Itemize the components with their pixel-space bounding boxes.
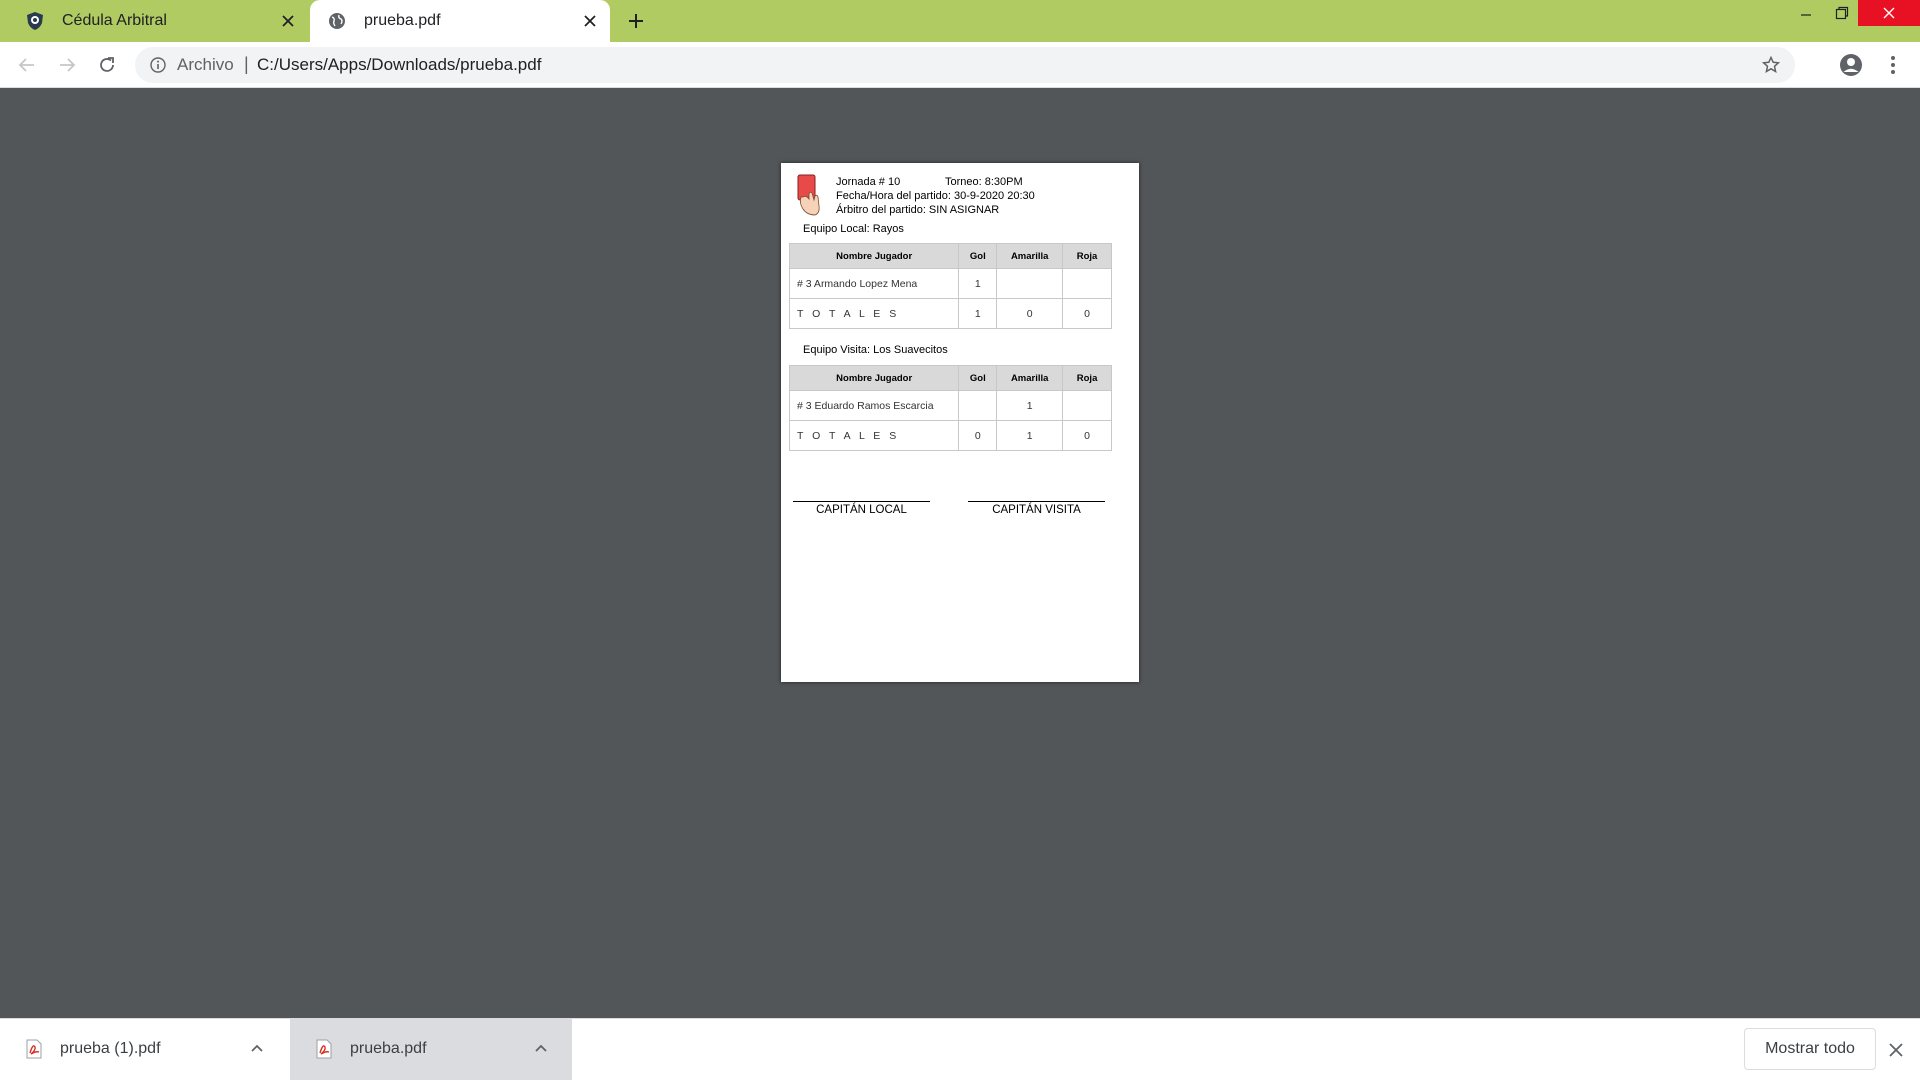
address-scheme: Archivo bbox=[177, 55, 234, 74]
torneo-label: Torneo: 8:30PM bbox=[945, 176, 1023, 188]
signature-line-local bbox=[793, 501, 930, 502]
restore-button[interactable] bbox=[1824, 0, 1860, 26]
bookmark-star-icon[interactable] bbox=[1761, 55, 1781, 75]
amarilla-cell: 1 bbox=[996, 390, 1064, 421]
close-icon[interactable] bbox=[1885, 1039, 1907, 1061]
pdf-page: Jornada # 10 Torneo: 8:30PM Fecha/Hora d… bbox=[781, 163, 1139, 682]
gol-cell: 1 bbox=[958, 268, 998, 299]
amarilla-total-cell: 0 bbox=[996, 298, 1064, 329]
browser-toolbar: Archivo | C:/Users/Apps/Downloads/prueba… bbox=[0, 42, 1920, 88]
menu-dots-icon[interactable] bbox=[1880, 52, 1906, 78]
column-header: Gol bbox=[958, 243, 998, 269]
column-header: Nombre Jugador bbox=[788, 365, 960, 391]
column-header: Amarilla bbox=[996, 243, 1064, 269]
close-icon[interactable] bbox=[580, 11, 600, 31]
red-card-hand-icon bbox=[797, 174, 820, 216]
tab-cedula-arbitral[interactable]: Cédula Arbitral bbox=[0, 0, 308, 42]
table-header-row: Nombre Jugador Gol Amarilla Roja bbox=[788, 243, 1112, 269]
info-icon[interactable] bbox=[149, 56, 167, 74]
show-all-button[interactable]: Mostrar todo bbox=[1744, 1028, 1876, 1070]
back-button[interactable] bbox=[13, 51, 41, 79]
forward-button[interactable] bbox=[53, 51, 81, 79]
address-bar[interactable]: Archivo | C:/Users/Apps/Downloads/prueba… bbox=[135, 47, 1795, 83]
visita-team-label: Equipo Visita: Los Suavecitos bbox=[803, 344, 948, 356]
column-header: Roja bbox=[1062, 365, 1112, 391]
address-separator: | bbox=[244, 54, 249, 74]
pdf-viewer[interactable]: Jornada # 10 Torneo: 8:30PM Fecha/Hora d… bbox=[0, 89, 1920, 1018]
new-tab-button[interactable] bbox=[624, 9, 648, 33]
tab-title: Cédula Arbitral bbox=[62, 12, 167, 29]
pdf-file-icon bbox=[316, 1039, 332, 1059]
roja-total-cell: 0 bbox=[1062, 298, 1112, 329]
tab-prueba-pdf[interactable]: prueba.pdf bbox=[310, 0, 610, 42]
chevron-up-icon[interactable] bbox=[248, 1039, 266, 1057]
roja-total-cell: 0 bbox=[1062, 420, 1112, 451]
table-row: # 3 Eduardo Ramos Escarcia 1 bbox=[788, 390, 1112, 421]
column-header: Roja bbox=[1062, 243, 1112, 269]
arbitro-label: Árbitro del partido: SIN ASIGNAR bbox=[836, 204, 1000, 216]
tab-strip: Cédula Arbitral prueba.pdf bbox=[0, 0, 1920, 42]
globe-icon bbox=[326, 10, 348, 32]
shield-badge-icon bbox=[24, 10, 46, 32]
visita-stats-table: Nombre Jugador Gol Amarilla Roja # 3 Edu… bbox=[788, 365, 1112, 451]
totals-label: T O T A L E S bbox=[788, 298, 960, 329]
local-team-label: Equipo Local: Rayos bbox=[803, 223, 904, 235]
column-header: Gol bbox=[958, 365, 998, 391]
chevron-up-icon[interactable] bbox=[532, 1039, 550, 1057]
download-item[interactable]: prueba (1).pdf bbox=[0, 1019, 288, 1080]
download-filename: prueba.pdf bbox=[350, 1040, 427, 1057]
signature-line-visita bbox=[968, 501, 1105, 502]
gol-total-cell: 1 bbox=[958, 298, 998, 329]
address-url[interactable]: C:/Users/Apps/Downloads/prueba.pdf bbox=[257, 55, 541, 75]
amarilla-total-cell: 1 bbox=[996, 420, 1064, 451]
window-close-button[interactable] bbox=[1858, 0, 1920, 26]
totals-row: T O T A L E S 1 0 0 bbox=[788, 298, 1112, 329]
gol-cell bbox=[958, 390, 998, 421]
profile-avatar-icon[interactable] bbox=[1838, 52, 1864, 78]
download-shelf: prueba (1).pdf prueba.pdf Mostrar todo bbox=[0, 1018, 1920, 1080]
roja-cell bbox=[1062, 268, 1112, 299]
totals-row: T O T A L E S 0 1 0 bbox=[788, 420, 1112, 451]
close-icon[interactable] bbox=[278, 11, 298, 31]
gol-total-cell: 0 bbox=[958, 420, 998, 451]
local-stats-table: Nombre Jugador Gol Amarilla Roja # 3 Arm… bbox=[788, 243, 1112, 329]
roja-cell bbox=[1062, 390, 1112, 421]
totals-label: T O T A L E S bbox=[788, 420, 960, 451]
capitan-local-label: CAPITÁN LOCAL bbox=[816, 504, 907, 516]
table-header-row: Nombre Jugador Gol Amarilla Roja bbox=[788, 365, 1112, 391]
player-name-cell: # 3 Armando Lopez Mena bbox=[788, 268, 960, 299]
download-filename: prueba (1).pdf bbox=[60, 1040, 161, 1057]
column-header: Nombre Jugador bbox=[788, 243, 960, 269]
fecha-label: Fecha/Hora del partido: 30-9-2020 20:30 bbox=[836, 190, 1035, 202]
reload-button[interactable] bbox=[93, 51, 121, 79]
capitan-visita-label: CAPITÁN VISITA bbox=[992, 504, 1081, 516]
table-row: # 3 Armando Lopez Mena 1 bbox=[788, 268, 1112, 299]
amarilla-cell bbox=[996, 268, 1064, 299]
minimize-button[interactable] bbox=[1788, 0, 1824, 26]
pdf-file-icon bbox=[26, 1039, 42, 1059]
player-name-cell: # 3 Eduardo Ramos Escarcia bbox=[788, 390, 960, 421]
download-item[interactable]: prueba.pdf bbox=[290, 1019, 572, 1080]
jornada-label: Jornada # 10 bbox=[836, 176, 901, 188]
column-header: Amarilla bbox=[996, 365, 1064, 391]
tab-title: prueba.pdf bbox=[364, 12, 441, 29]
